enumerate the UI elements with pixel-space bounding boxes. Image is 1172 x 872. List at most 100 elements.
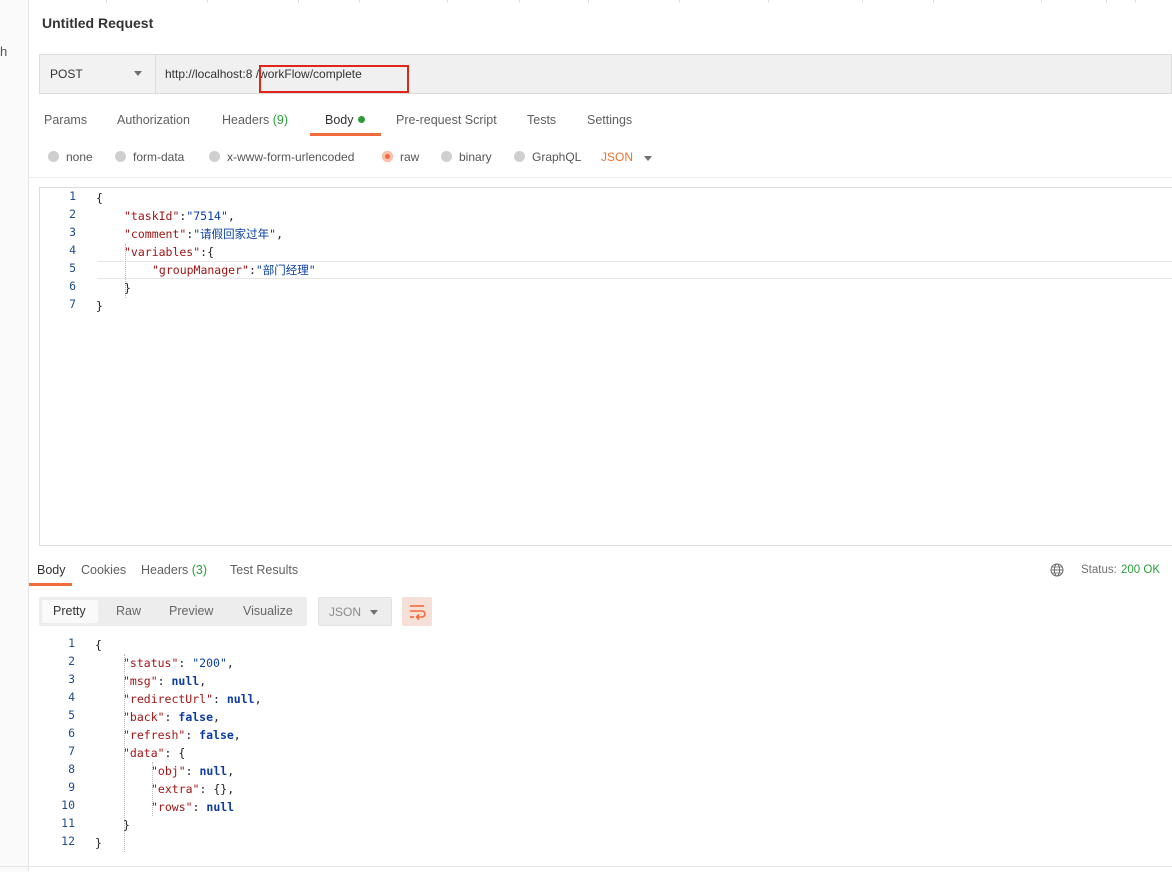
radio-raw[interactable]: raw [382, 150, 419, 164]
radio-graphql[interactable]: GraphQL [514, 150, 581, 164]
code-line: "redirectUrl": null, [123, 692, 262, 706]
radio-binary-label: binary [459, 150, 492, 164]
radio-urlencoded-label: x-www-form-urlencoded [227, 150, 355, 164]
code-line: "refresh": false, [123, 728, 241, 742]
tab-test-results[interactable]: Test Results [230, 563, 298, 577]
request-body-editor[interactable]: 1 2 3 4 5 6 7 { "taskId":"7514", "commen… [39, 187, 1172, 546]
request-title[interactable]: Untitled Request [42, 15, 153, 31]
code-line: "extra": {}, [151, 782, 235, 796]
view-preview-button[interactable]: Preview [169, 604, 213, 618]
line-number: 11 [61, 816, 75, 830]
code-line: "rows": null [151, 800, 235, 814]
wrap-lines-button[interactable] [402, 597, 432, 626]
tab-authorization[interactable]: Authorization [117, 113, 190, 127]
radio-binary[interactable]: binary [441, 150, 492, 164]
method-select[interactable]: POST [40, 55, 156, 93]
line-number: 5 [68, 708, 75, 722]
line-number: 12 [61, 834, 75, 848]
view-raw-button[interactable]: Raw [116, 604, 141, 618]
tab-response-headers-count: (3) [191, 563, 208, 577]
chevron-down-icon [370, 610, 378, 615]
line-number: 4 [69, 243, 76, 257]
line-number: 2 [68, 654, 75, 668]
line-number: 3 [68, 672, 75, 686]
code-line: "back": false, [123, 710, 220, 724]
status-label: Status: [1081, 564, 1117, 576]
code-line: } [95, 836, 102, 850]
response-tabs: Body Cookies Headers (3) Test Results [29, 558, 429, 586]
line-number: 7 [68, 744, 75, 758]
tab-settings[interactable]: Settings [587, 113, 632, 127]
tab-params[interactable]: Params [44, 113, 87, 127]
active-tab-underline [29, 583, 72, 586]
response-format-select[interactable]: JSON [318, 597, 392, 626]
tab-response-body[interactable]: Body [37, 563, 66, 577]
tab-tests[interactable]: Tests [527, 113, 556, 127]
line-number: 1 [69, 189, 76, 203]
collections-sidebar: h [0, 0, 29, 872]
line-number: 2 [69, 207, 76, 221]
tab-body[interactable]: Body [325, 113, 365, 127]
radio-urlencoded[interactable]: x-www-form-urlencoded [209, 150, 354, 164]
wrap-lines-icon [410, 605, 426, 621]
line-number: 5 [69, 261, 76, 275]
radio-form-data[interactable]: form-data [115, 150, 184, 164]
url-bar: POST http://localhost:8 /workFlow/comple… [39, 54, 1172, 94]
tab-headers-count: (9) [272, 113, 289, 127]
request-tab-strip [29, 0, 1172, 3]
radio-circle-icon [48, 151, 59, 162]
line-number: 10 [61, 798, 75, 812]
tab-response-headers[interactable]: Headers (3) [141, 563, 207, 577]
radio-graphql-label: GraphQL [532, 150, 582, 164]
chevron-down-icon[interactable] [644, 156, 652, 161]
sidebar-fragment: h [0, 44, 8, 59]
tab-pre-request-script[interactable]: Pre-request Script [396, 113, 497, 127]
code-line: "msg": null, [123, 674, 207, 688]
line-number: 8 [68, 762, 75, 776]
line-number: 4 [68, 690, 75, 704]
view-pretty-button[interactable]: Pretty [53, 604, 86, 618]
view-visualize-button[interactable]: Visualize [243, 604, 293, 618]
code-line: { [95, 638, 102, 652]
highlight-annotation [259, 65, 409, 93]
response-body-viewer[interactable]: 1 2 3 4 5 6 7 8 9 10 11 12 { "status": "… [39, 636, 1172, 856]
body-type-options: none form-data x-www-form-urlencoded raw… [48, 148, 748, 168]
chevron-down-icon [134, 71, 142, 76]
request-tabs: Params Authorization Headers (9) Body Pr… [29, 109, 729, 137]
code-line: "variables":{ [124, 245, 215, 259]
line-number: 7 [69, 297, 76, 311]
radio-selected-icon [382, 151, 393, 162]
radio-none-label: none [66, 150, 93, 164]
code-line: } [96, 299, 103, 313]
body-format-select[interactable]: JSON [601, 150, 633, 164]
tab-headers[interactable]: Headers (9) [222, 113, 288, 127]
response-view-modes: Pretty Raw Preview Visualize [39, 597, 307, 626]
code-line: } [124, 281, 131, 295]
line-number: 6 [68, 726, 75, 740]
code-line: "status": "200", [123, 656, 234, 670]
radio-circle-icon [209, 151, 220, 162]
line-number: 1 [68, 636, 75, 650]
globe-icon[interactable] [1050, 563, 1064, 577]
code-line: "data": { [123, 746, 186, 760]
tab-cookies[interactable]: Cookies [81, 563, 126, 577]
body-modified-dot-icon [357, 116, 365, 123]
code-line: { [96, 191, 103, 205]
active-tab-underline [310, 133, 381, 136]
tab-headers-label: Headers [222, 113, 270, 127]
radio-form-data-label: form-data [133, 150, 185, 164]
code-line: "obj": null, [151, 764, 235, 778]
line-number: 3 [69, 225, 76, 239]
radio-circle-icon [441, 151, 452, 162]
response-format-label: JSON [329, 605, 362, 619]
code-line: "taskId":"7514", [124, 209, 235, 223]
radio-raw-label: raw [400, 150, 420, 164]
radio-none[interactable]: none [48, 150, 93, 164]
status-value[interactable]: 200 OK [1121, 564, 1160, 576]
code-line: "comment":"请假回家过年", [124, 227, 284, 241]
divider [29, 177, 1172, 178]
code-line: } [123, 818, 130, 832]
method-label: POST [50, 67, 83, 81]
footer-divider [0, 866, 1172, 867]
tab-response-headers-label: Headers [141, 563, 189, 577]
